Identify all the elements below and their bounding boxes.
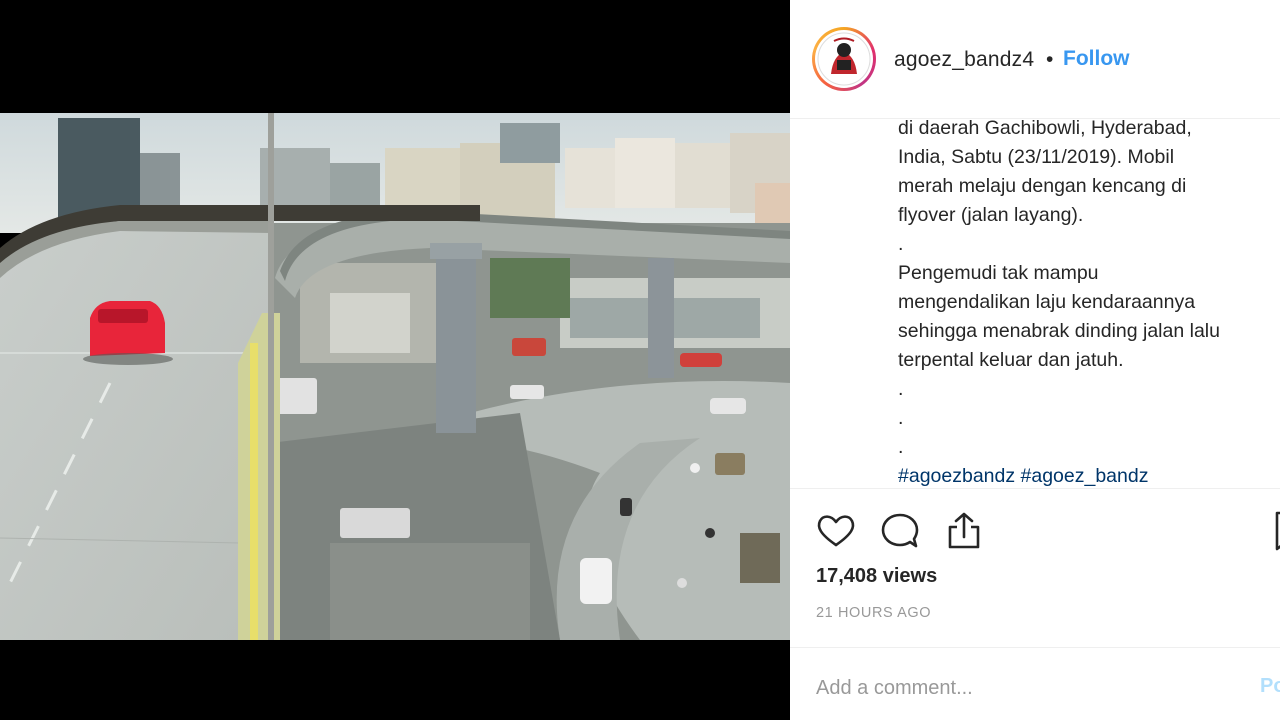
view-count[interactable]: 17,408 views — [816, 565, 937, 588]
caption-line: flyover (jalan layang). — [898, 204, 1084, 226]
caption-line: sehingga menabrak dinding jalan lalu — [898, 320, 1220, 342]
caption-text: di daerah Gachibowli, Hyderabad, India, … — [898, 114, 1278, 486]
bookmark-icon — [1275, 511, 1280, 551]
post-header: agoez_bandz4 • Follow — [790, 0, 1280, 119]
video-player[interactable] — [0, 0, 790, 720]
comment-bubble-icon — [881, 513, 919, 548]
like-button[interactable] — [814, 509, 858, 553]
save-button[interactable] — [1268, 509, 1280, 553]
separator-dot: • — [1046, 48, 1054, 71]
follow-button[interactable]: Follow — [1063, 47, 1130, 71]
heart-icon — [817, 515, 855, 547]
caption-line: . — [898, 436, 904, 458]
share-icon — [948, 512, 980, 549]
caption-line: merah melaju dengan kencang di — [898, 175, 1187, 197]
caption-line: terpental keluar dan jatuh. — [898, 349, 1124, 371]
username-link[interactable]: agoez_bandz4 — [894, 48, 1034, 72]
video-frame[interactable] — [0, 113, 790, 640]
comment-input[interactable] — [816, 672, 1236, 704]
caption-line: Pengemudi tak mampu — [898, 262, 1099, 284]
red-car — [83, 301, 173, 365]
caption-line: . — [898, 233, 904, 255]
post-timestamp[interactable]: 21 HOURS AGO — [816, 605, 931, 621]
avatar-image — [817, 32, 871, 86]
divider — [790, 488, 1280, 489]
comment-button[interactable] — [878, 509, 922, 553]
share-button[interactable] — [942, 509, 986, 553]
divider — [790, 647, 1280, 648]
hashtag-links[interactable]: #agoezbandz #agoez_bandz — [898, 462, 1278, 486]
caption-line: . — [898, 378, 904, 400]
post-comment-button[interactable]: Po — [1260, 675, 1280, 698]
caption-line: mengendalikan laju kendaraannya — [898, 291, 1196, 313]
caption-line: . — [898, 407, 904, 429]
caption-line: India, Sabtu (23/11/2019). Mobil — [898, 146, 1175, 168]
post-panel: agoez_bandz4 • Follow di daerah Gachibow… — [790, 0, 1280, 720]
avatar[interactable] — [812, 27, 876, 91]
video-scene — [0, 113, 790, 640]
